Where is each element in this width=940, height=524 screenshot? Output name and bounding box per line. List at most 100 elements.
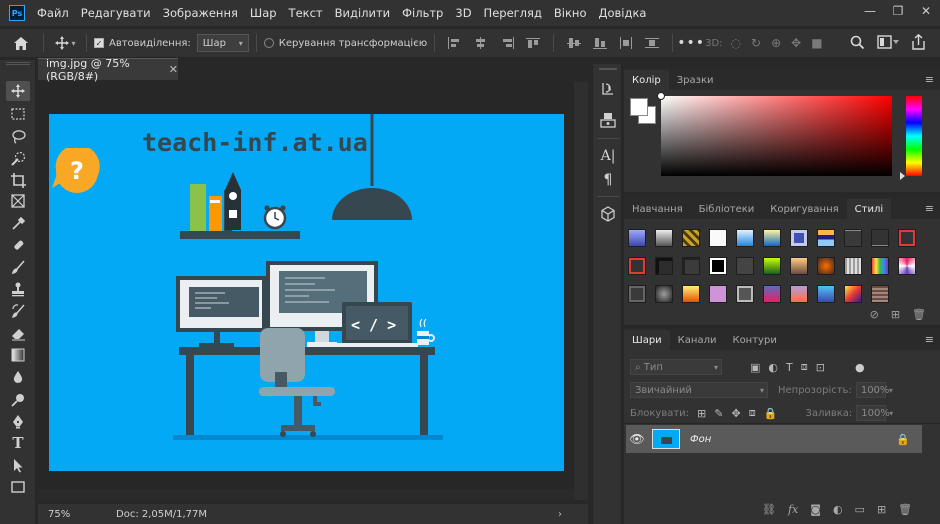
quick-selection-tool[interactable] (6, 148, 30, 168)
menu-view[interactable]: Перегляд (478, 0, 548, 26)
panel-menu-icon[interactable]: ≡ (925, 73, 934, 86)
style-swatch[interactable] (844, 229, 862, 247)
tab-libraries[interactable]: Бібліотеки (691, 199, 763, 219)
tab-styles[interactable]: Стилі (846, 199, 892, 219)
style-swatch[interactable] (628, 229, 646, 247)
style-swatch[interactable] (871, 257, 889, 275)
menu-help[interactable]: Довідка (593, 0, 653, 26)
trash-icon[interactable]: 🗑 (898, 503, 912, 516)
style-swatch[interactable] (682, 229, 700, 247)
lock-artboard-icon[interactable]: ⧈ (749, 406, 756, 420)
filter-toggle-icon[interactable]: ● (855, 361, 865, 374)
tab-learn[interactable]: Навчання (624, 199, 691, 219)
history-brush-tool[interactable] (6, 301, 30, 321)
style-swatch[interactable] (628, 285, 646, 303)
style-swatch[interactable] (655, 285, 673, 303)
tab-layers[interactable]: Шари (624, 330, 670, 350)
document-tab[interactable]: img.jpg @ 75% (RGB/8#) ✕ (38, 57, 178, 83)
filter-adjustment-icon[interactable]: ◐ (768, 361, 778, 374)
dodge-tool[interactable] (6, 389, 30, 409)
color-picker-handle[interactable] (657, 92, 665, 100)
minimize-button[interactable]: — (856, 0, 884, 22)
opacity-field[interactable]: 100% (855, 382, 889, 398)
style-swatch[interactable] (736, 229, 754, 247)
style-swatch[interactable] (871, 285, 889, 303)
layer-effects-icon[interactable]: fx (788, 503, 798, 516)
panel-menu-icon[interactable]: ≡ (925, 333, 934, 346)
crop-tool[interactable] (6, 170, 30, 190)
align-top-edges-icon[interactable] (526, 37, 541, 49)
align-left-edges-icon[interactable] (448, 37, 462, 49)
zoom-level[interactable]: 75% (38, 509, 94, 520)
transform-controls-checkbox[interactable] (263, 38, 274, 48)
style-swatch[interactable] (655, 257, 673, 275)
blend-mode-dropdown[interactable]: Звичайний ▾ (630, 382, 768, 398)
search-icon[interactable] (850, 35, 865, 50)
layer-row[interactable]: 👁 Фон 🔒 (626, 425, 922, 453)
pen-tool[interactable] (6, 411, 30, 431)
eyedropper-tool[interactable] (6, 213, 30, 233)
style-swatch[interactable] (709, 257, 727, 275)
tab-adjustments[interactable]: Коригування (762, 199, 846, 219)
style-swatch[interactable] (709, 285, 727, 303)
tab-color[interactable]: Колір (624, 70, 669, 90)
clear-style-icon[interactable]: ⊘ (870, 308, 879, 321)
auto-select-checkbox[interactable]: ✓ (94, 38, 104, 48)
more-options-icon[interactable]: ••• (677, 35, 704, 51)
layer-filter-field[interactable]: ⌕ Тип ▾ (630, 359, 722, 375)
menu-select[interactable]: Виділити (329, 0, 397, 26)
eye-icon[interactable]: 👁 (626, 432, 648, 446)
gradient-tool[interactable] (6, 345, 30, 365)
menu-edit[interactable]: Редагувати (75, 0, 157, 26)
trash-icon[interactable]: 🗑 (912, 308, 926, 321)
style-swatch[interactable] (628, 257, 646, 275)
tab-swatches[interactable]: Зразки (669, 70, 722, 90)
align-horizontal-centers-icon[interactable] (474, 37, 488, 49)
workspace-icon[interactable] (877, 35, 899, 49)
move-tool[interactable] (6, 81, 30, 101)
style-swatch[interactable] (655, 229, 673, 247)
style-swatch[interactable] (736, 285, 754, 303)
menu-type[interactable]: Текст (283, 0, 329, 26)
fill-field[interactable]: 100% (856, 405, 890, 421)
path-selection-tool[interactable] (6, 455, 30, 475)
frame-tool[interactable] (6, 191, 30, 211)
style-swatch[interactable] (817, 285, 835, 303)
new-group-icon[interactable]: ▭ (855, 503, 865, 516)
paragraph-panel-button[interactable]: ¶ (598, 170, 618, 190)
filter-shape-icon[interactable]: ⧈ (801, 360, 808, 374)
style-swatch[interactable] (682, 285, 700, 303)
blur-tool[interactable] (6, 367, 30, 387)
style-swatch[interactable] (844, 257, 862, 275)
panel-menu-icon[interactable]: ≡ (925, 202, 934, 215)
close-window-button[interactable]: ✕ (912, 0, 940, 22)
document-image[interactable]: teach-inf.at.ua < / > (49, 114, 564, 471)
new-style-icon[interactable]: ⊞ (891, 308, 900, 321)
style-swatch[interactable] (790, 257, 808, 275)
menu-layer[interactable]: Шар (244, 0, 283, 26)
horizontal-scrollbar[interactable] (38, 489, 574, 500)
style-swatch[interactable] (898, 229, 916, 247)
home-button[interactable] (6, 36, 36, 51)
3d-panel-button[interactable] (598, 204, 618, 224)
tab-paths[interactable]: Контури (724, 330, 784, 350)
history-panel-button[interactable] (598, 78, 618, 98)
style-swatch[interactable] (763, 229, 781, 247)
add-mask-icon[interactable]: ◙ (810, 503, 821, 516)
clone-stamp-tool[interactable] (6, 279, 30, 299)
lock-all-icon[interactable]: 🔒 (764, 407, 778, 420)
hue-slider[interactable] (906, 96, 922, 176)
menu-file[interactable]: Файл (31, 0, 75, 26)
adjustment-layer-icon[interactable]: ◐ (833, 503, 843, 516)
align-right-edges-icon[interactable] (500, 37, 515, 49)
character-panel-button[interactable]: A| (598, 146, 618, 166)
brush-tool[interactable] (6, 257, 30, 277)
align-bottom-edges-icon[interactable] (593, 37, 608, 49)
distribute-widths-icon[interactable] (619, 37, 633, 49)
menu-image[interactable]: Зображення (157, 0, 244, 26)
menu-window[interactable]: Вікно (548, 0, 593, 26)
rectangle-tool[interactable] (6, 477, 30, 497)
distribute-heights-icon[interactable] (645, 37, 660, 49)
menu-filter[interactable]: Фільтр (396, 0, 449, 26)
lock-position-icon[interactable]: ✥ (731, 407, 740, 420)
